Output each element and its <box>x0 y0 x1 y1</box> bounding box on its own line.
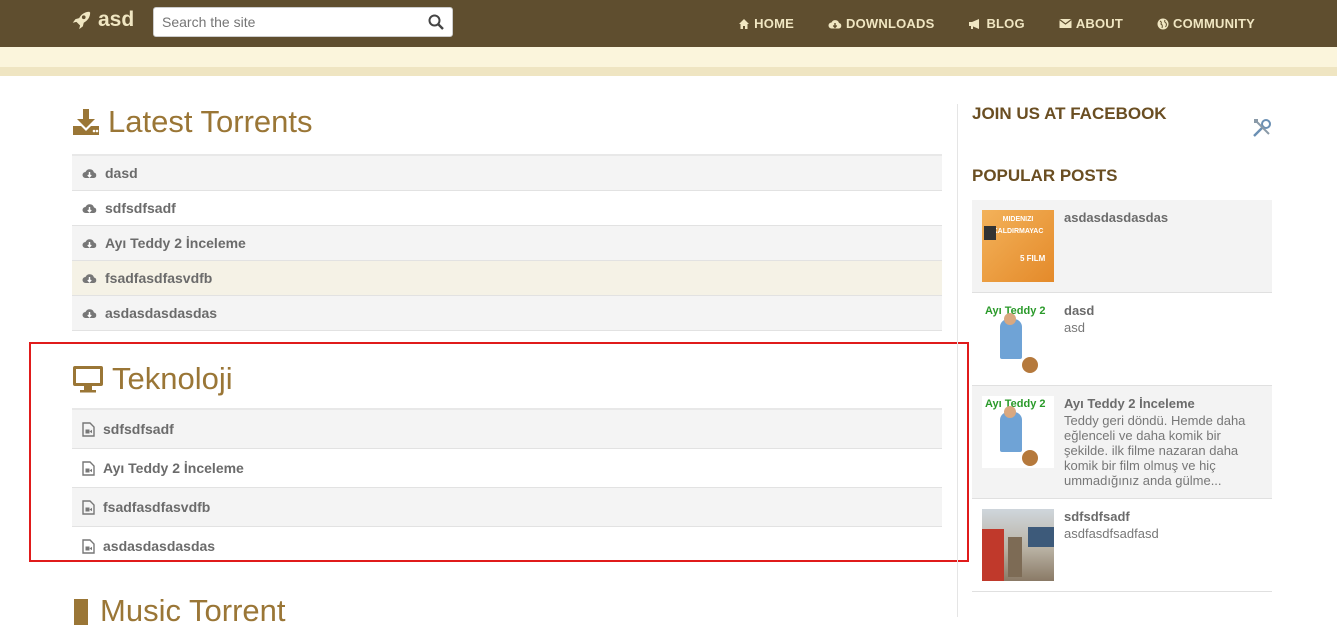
facebook-heading: JOIN US AT FACEBOOK <box>972 104 1167 123</box>
post-thumbnail[interactable]: MIDENIZI KALDIRMAYAC 5 FILM <box>982 210 1054 282</box>
person-figure <box>1000 319 1022 359</box>
post-excerpt: asd <box>1064 320 1085 335</box>
cloud-download-icon <box>82 204 97 213</box>
main-nav: HOME DOWNLOADS BLOG ABOUT COMMUNITY <box>738 0 1255 47</box>
post-title[interactable]: Ayı Teddy 2 İnceleme <box>1064 396 1262 411</box>
customize-tools-icon[interactable] <box>1252 118 1272 143</box>
post-thumbnail[interactable]: Ayı Teddy 2 <box>982 396 1054 468</box>
sidebar: JOIN US AT FACEBOOK POPULAR POSTS MIDENI… <box>972 104 1272 592</box>
nav-blog[interactable]: BLOG <box>968 16 1025 31</box>
tools-icon <box>1253 119 1271 137</box>
download-tray-icon <box>73 109 99 135</box>
list-item[interactable]: sdfsdfsadf <box>72 191 942 226</box>
bullhorn-icon <box>969 18 980 29</box>
post-title[interactable]: dasd <box>1064 303 1094 318</box>
music-heading: Music Torrent <box>72 585 942 637</box>
highlight-box <box>29 342 969 562</box>
header-stripe-dark <box>0 67 1337 76</box>
post-thumbnail[interactable] <box>982 509 1054 581</box>
header-stripe-light <box>0 47 1337 67</box>
popular-post[interactable]: sdfsdfsadf asdfasdfsadfasd <box>972 499 1272 592</box>
list-item[interactable]: dasd <box>72 156 942 191</box>
popular-posts-heading: POPULAR POSTS <box>972 166 1118 185</box>
popular-post[interactable]: Ayı Teddy 2 dasd asd <box>972 293 1272 386</box>
person-figure <box>1000 412 1022 452</box>
list-item[interactable]: Ayı Teddy 2 İnceleme <box>72 226 942 261</box>
popular-posts-list: MIDENIZI KALDIRMAYAC 5 FILM asdasdasdasd… <box>972 200 1272 592</box>
sidebar-divider <box>957 104 958 617</box>
post-excerpt: Teddy geri döndü. Hemde daha eğlenceli v… <box>1064 413 1246 488</box>
teddy-figure <box>1022 450 1038 466</box>
globe-icon <box>1157 18 1169 29</box>
cloud-download-icon <box>828 19 842 28</box>
latest-torrents-list: dasd sdfsdfsadf Ayı Teddy 2 İnceleme fsa… <box>72 154 942 331</box>
cloud-download-icon <box>82 309 97 318</box>
search-input[interactable] <box>154 8 420 36</box>
latest-torrents-section: Latest Torrents dasd sdfsdfsadf Ayı Tedd… <box>72 96 942 331</box>
latest-torrents-heading: Latest Torrents <box>72 96 942 148</box>
clapper-icon <box>984 226 996 240</box>
nav-community[interactable]: COMMUNITY <box>1157 16 1255 31</box>
teddy-figure <box>1022 357 1038 373</box>
cloud-download-icon <box>82 169 97 178</box>
rocket-icon <box>72 11 91 30</box>
cloud-download-icon <box>82 274 97 283</box>
nav-about[interactable]: ABOUT <box>1058 16 1123 31</box>
site-logo[interactable]: asd <box>70 8 134 32</box>
post-excerpt: asdfasdfsadfasd <box>1064 526 1159 541</box>
list-item[interactable]: asdasdasdasdas <box>72 296 942 331</box>
search-icon[interactable] <box>428 14 444 30</box>
logo-text: asd <box>98 8 135 31</box>
list-item[interactable]: fsadfasdfasvdfb <box>72 261 942 296</box>
music-note-icon <box>74 599 88 625</box>
search-box <box>153 7 453 37</box>
music-section: Music Torrent <box>72 585 942 637</box>
popular-post[interactable]: MIDENIZI KALDIRMAYAC 5 FILM asdasdasdasd… <box>972 200 1272 293</box>
home-icon <box>739 18 750 29</box>
post-thumbnail[interactable]: Ayı Teddy 2 <box>982 303 1054 375</box>
nav-downloads[interactable]: DOWNLOADS <box>828 16 934 31</box>
nav-home[interactable]: HOME <box>738 16 794 31</box>
top-navbar: asd HOME DOWNLOADS BLOG ABOUT COMMUNITY <box>0 0 1337 47</box>
envelope-icon <box>1058 19 1072 28</box>
popular-post[interactable]: Ayı Teddy 2 Ayı Teddy 2 İnceleme Teddy g… <box>972 386 1272 499</box>
post-title[interactable]: sdfsdfsadf <box>1064 509 1159 524</box>
cloud-download-icon <box>82 239 97 248</box>
post-title[interactable]: asdasdasdasdas <box>1064 210 1168 225</box>
